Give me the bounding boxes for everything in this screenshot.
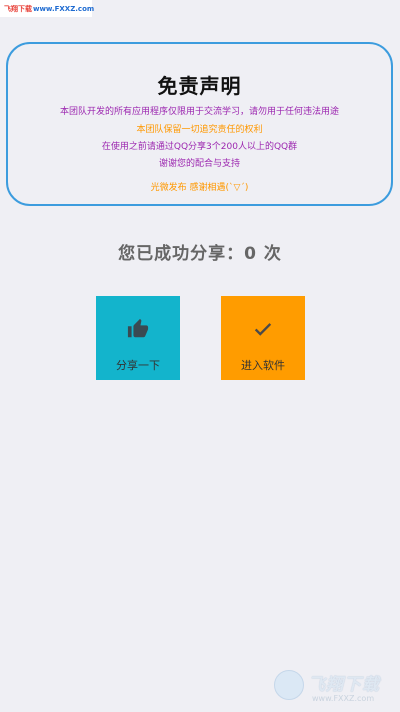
share-count-text: 您已成功分享：0 次 xyxy=(118,244,282,264)
share-button-label: 分享一下 xyxy=(116,359,160,372)
top-watermark: 飞翔下载 www.FXXZ.com xyxy=(0,0,95,17)
watermark-brand: 飞翔下载 xyxy=(4,4,32,13)
disclaimer-line: 本团队保留一切追究责任的权利 xyxy=(136,125,263,135)
disclaimer-line: 谢谢您的配合与支持 xyxy=(158,159,240,169)
enter-app-button[interactable]: 进入软件 xyxy=(221,296,305,380)
enter-app-button-label: 进入软件 xyxy=(241,359,285,372)
checkmark-icon xyxy=(221,318,305,340)
disclaimer-line: 本团队开发的所有应用程序仅限用于交流学习，请勿用于任何违法用途 xyxy=(59,107,339,117)
watermark-brand: 飞翔下载 xyxy=(308,675,380,695)
disclaimer-line: 在使用之前请通过QQ分享3个200人以上的QQ群 xyxy=(101,142,298,152)
thumbs-up-icon xyxy=(96,318,180,340)
disclaimer-signature: 光微发布 感谢相遇(ˋ▽ˊ) xyxy=(150,183,249,193)
watermark-url: www.FXXZ.com xyxy=(33,4,95,13)
watermark-url: www.FXXZ.com xyxy=(312,694,375,703)
watermark-logo-icon xyxy=(274,670,304,700)
share-button[interactable]: 分享一下 xyxy=(96,296,180,380)
disclaimer-title: 免责声明 xyxy=(157,74,242,98)
disclaimer-card: 免责声明 本团队开发的所有应用程序仅限用于交流学习，请勿用于任何违法用途 本团队… xyxy=(6,42,393,206)
bottom-watermark: 飞翔下载 www.FXXZ.com xyxy=(274,668,392,706)
